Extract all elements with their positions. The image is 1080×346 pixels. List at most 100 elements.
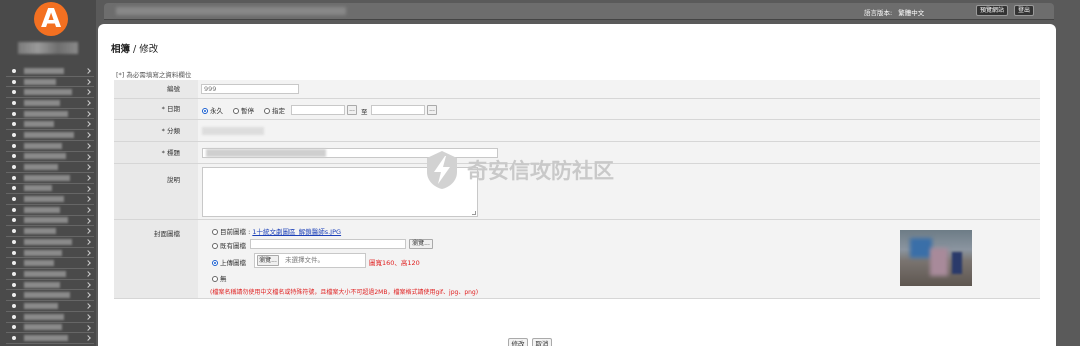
page-title-section: 相簿 xyxy=(111,44,131,55)
sidebar-menu-item[interactable] xyxy=(6,248,94,259)
bullet-icon xyxy=(12,207,16,212)
chevron-icon xyxy=(85,260,91,267)
sidebar-menu-item[interactable] xyxy=(6,216,94,227)
chevron-icon xyxy=(85,281,91,288)
category-label: * 分類 xyxy=(114,120,198,141)
cover-upload-option[interactable]: 上傳圖檔 xyxy=(212,257,246,267)
chevron-icon xyxy=(85,132,91,138)
menu-label-redacted xyxy=(24,324,62,331)
bullet-icon xyxy=(12,271,16,276)
menu-label-redacted xyxy=(24,121,54,128)
radio-icon[interactable] xyxy=(264,108,270,114)
cover-current-file-link[interactable]: 1十統文劇圖區_解鎖醫師s.JPG xyxy=(252,228,341,236)
date-start-picker-button[interactable]: ... xyxy=(347,105,357,115)
menu-label-redacted xyxy=(24,238,72,245)
submit-button[interactable]: 修改 xyxy=(508,338,528,346)
chevron-icon xyxy=(85,196,91,203)
cancel-button[interactable]: 取消 xyxy=(532,338,552,346)
form-row-cover-image: 封面圖檔 目前圖檔 : 1十統文劇圖區_解鎖醫師s.JPG 既有圖檔 瀏覽...… xyxy=(114,220,1040,299)
sidebar-menu-item[interactable] xyxy=(6,119,94,131)
radio-selected-icon[interactable] xyxy=(212,260,218,266)
date-radio-specified[interactable]: 指定 xyxy=(264,105,285,115)
bullet-icon xyxy=(12,132,16,137)
sidebar-menu-item[interactable] xyxy=(6,184,94,195)
menu-label-redacted xyxy=(24,89,72,96)
cover-existing-input[interactable] xyxy=(250,239,406,249)
sidebar-menu-item[interactable] xyxy=(6,280,94,291)
watermark: 奇安信攻防社区 xyxy=(425,150,614,190)
radio-icon[interactable] xyxy=(212,229,218,235)
date-label: * 日期 xyxy=(114,99,198,119)
menu-label-redacted xyxy=(24,302,58,309)
radio-icon[interactable] xyxy=(233,108,239,114)
radio-icon[interactable] xyxy=(212,276,218,282)
menu-label-redacted xyxy=(24,281,60,288)
sidebar-menu-item[interactable] xyxy=(6,98,94,109)
sidebar-menu-item[interactable] xyxy=(6,141,94,152)
date-to-label: 至 xyxy=(361,108,368,116)
sidebar-menu-item[interactable] xyxy=(6,237,94,248)
chevron-icon xyxy=(85,335,91,342)
watermark-text: 奇安信攻防社区 xyxy=(467,159,614,183)
sidebar-menu-item[interactable] xyxy=(6,301,94,312)
sidebar-menu-item[interactable] xyxy=(6,269,94,280)
date-start-input[interactable] xyxy=(291,105,345,115)
cover-existing-option[interactable]: 既有圖檔 xyxy=(212,240,246,250)
sidebar-menu-item[interactable] xyxy=(6,66,94,77)
sidebar-menu-item[interactable] xyxy=(6,323,94,334)
sidebar-menu-item[interactable] xyxy=(6,152,94,163)
date-end-picker-button[interactable]: ... xyxy=(427,105,437,115)
top-header: 語言版本: 繁體中文 預覽網站 登出 xyxy=(104,3,1054,20)
chevron-icon xyxy=(85,89,91,96)
language-value[interactable]: 繁體中文 xyxy=(898,9,924,17)
logout-button[interactable]: 登出 xyxy=(1014,5,1035,16)
bullet-icon xyxy=(12,165,16,170)
menu-label-redacted xyxy=(24,153,66,160)
logo[interactable]: A xyxy=(34,2,68,36)
chevron-icon xyxy=(85,68,91,74)
menu-label-redacted xyxy=(24,174,70,181)
chevron-icon xyxy=(85,121,91,128)
cover-file-input[interactable]: 瀏覽... 未選擇文件。 xyxy=(254,253,366,268)
id-input[interactable]: 999 xyxy=(201,84,299,94)
cover-browse-button[interactable]: 瀏覽... xyxy=(257,255,279,266)
chevron-icon xyxy=(85,78,91,85)
bullet-icon xyxy=(12,293,16,298)
sidebar-menu-item[interactable] xyxy=(6,87,94,99)
bullet-icon xyxy=(12,100,16,105)
sidebar-menu-item[interactable] xyxy=(6,173,94,184)
sidebar-menu-item[interactable] xyxy=(6,130,94,141)
radio-icon[interactable] xyxy=(212,243,218,249)
cover-size-hint: 圖寬160、高120 xyxy=(369,259,420,267)
resize-handle-icon[interactable] xyxy=(472,211,476,215)
form-row-date: * 日期 永久 暫停 指定 ... 至 ... xyxy=(114,99,1040,120)
sidebar-menu-item[interactable] xyxy=(6,162,94,173)
sidebar-menu-item[interactable] xyxy=(6,333,94,344)
sidebar-menu-item[interactable] xyxy=(6,290,94,302)
cover-current-option[interactable]: 目前圖檔 : 1十統文劇圖區_解鎖醫師s.JPG xyxy=(212,226,341,236)
bullet-icon xyxy=(12,303,16,308)
bullet-icon xyxy=(12,79,16,84)
chevron-icon xyxy=(85,207,91,213)
sidebar-menu-item[interactable] xyxy=(6,312,94,323)
sidebar-menu-item[interactable] xyxy=(6,258,94,270)
cover-browse-server-button[interactable]: 瀏覽... xyxy=(409,239,433,249)
preview-site-button[interactable]: 預覽網站 xyxy=(976,5,1009,16)
date-radio-paused[interactable]: 暫停 xyxy=(233,105,254,115)
sidebar-menu-item[interactable] xyxy=(6,109,94,120)
sidebar-menu-item[interactable] xyxy=(6,194,94,205)
radio-selected-icon[interactable] xyxy=(202,108,208,114)
sidebar: A xyxy=(0,0,96,346)
date-radio-permanent[interactable]: 永久 xyxy=(202,105,223,115)
sidebar-menu-item[interactable] xyxy=(6,205,94,216)
bullet-icon xyxy=(12,122,16,127)
category-select-redacted[interactable] xyxy=(202,127,264,135)
bullet-icon xyxy=(12,143,16,148)
date-end-input[interactable] xyxy=(371,105,425,115)
menu-label-redacted xyxy=(24,196,64,203)
chevron-icon xyxy=(85,303,91,309)
form-row-id: 編號 999 xyxy=(114,80,1040,99)
sidebar-menu-item[interactable] xyxy=(6,77,94,88)
sidebar-menu-item[interactable] xyxy=(6,226,94,237)
cover-none-option[interactable]: 無 xyxy=(212,273,227,283)
